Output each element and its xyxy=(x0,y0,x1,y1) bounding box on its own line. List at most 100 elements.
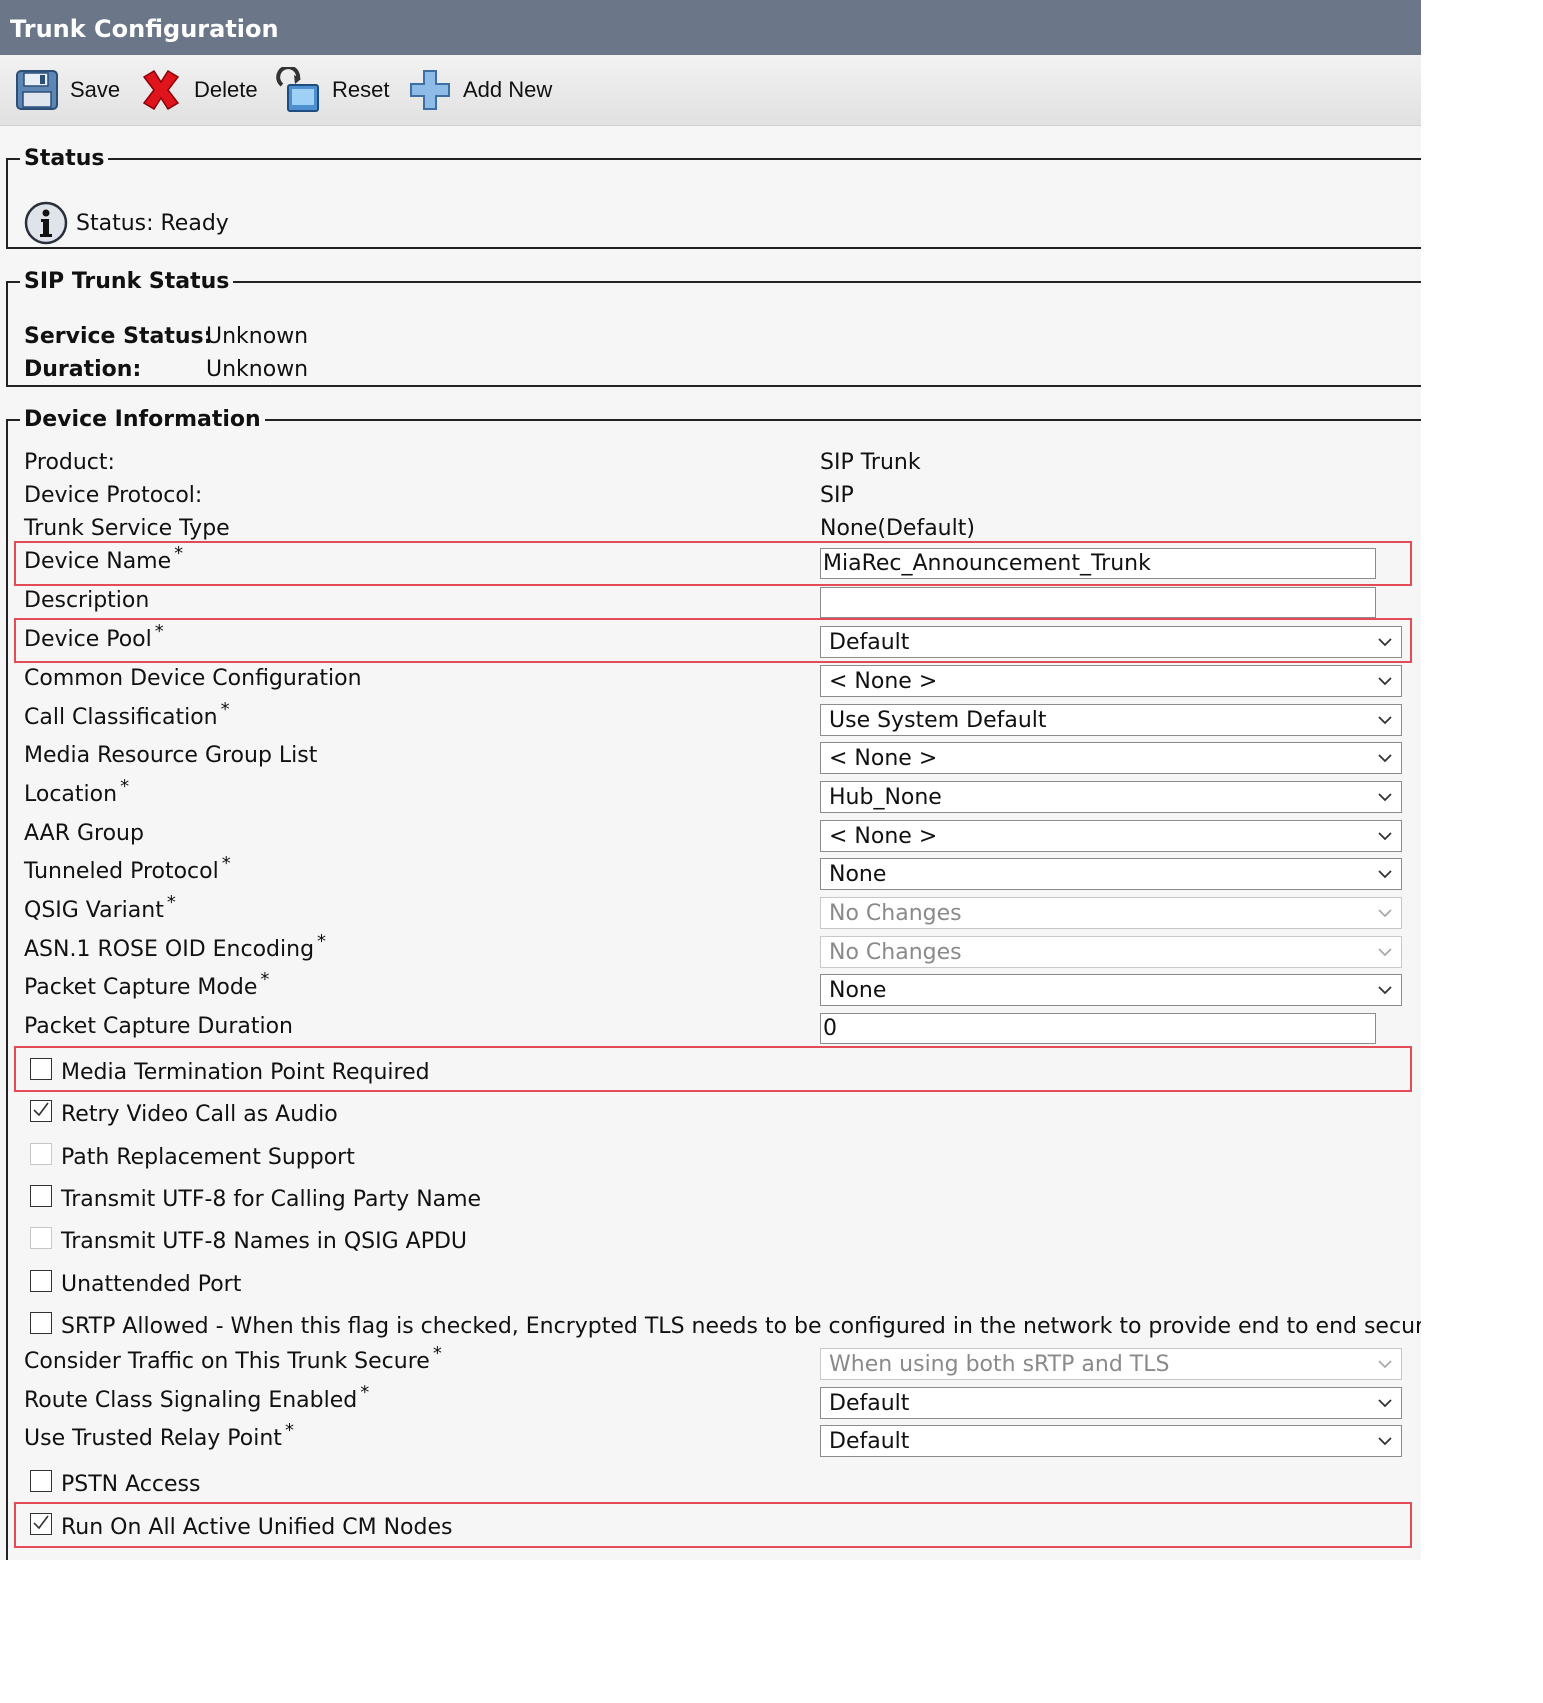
save-label: Save xyxy=(70,77,121,102)
chevron-down-icon xyxy=(1378,1399,1392,1408)
chevron-down-icon xyxy=(1378,870,1392,879)
srtp-allowed-label: SRTP Allowed - When this flag is checked… xyxy=(61,1314,1421,1339)
run-on-all-nodes-row: Run On All Active Unified CM Nodes xyxy=(30,1512,452,1540)
asn1-encoding-select: No Changes xyxy=(820,936,1402,968)
call-classification-label: Call Classification * xyxy=(24,699,230,730)
tunneled-protocol-value: None xyxy=(829,862,887,887)
status-message: Status: Ready xyxy=(24,201,229,245)
trunk-service-type-value: None(Default) xyxy=(820,516,975,541)
floppy-disk-icon xyxy=(16,70,58,110)
pstn-access-label: PSTN Access xyxy=(61,1472,201,1497)
trunk-configuration-page: Trunk Configuration Save Delete Reset Ad… xyxy=(0,0,1421,1560)
asn1-encoding-label: ASN.1 ROSE OID Encoding * xyxy=(24,931,326,962)
call-classification-value: Use System Default xyxy=(829,708,1047,733)
trusted-relay-select[interactable]: Default xyxy=(820,1425,1402,1457)
reset-button[interactable]: Reset xyxy=(276,65,389,115)
device-name-input[interactable]: MiaRec_Announcement_Trunk xyxy=(820,548,1376,579)
plus-icon xyxy=(410,70,450,110)
aar-group-value: < None > xyxy=(829,824,938,849)
qsig-variant-label: QSIG Variant * xyxy=(24,892,176,923)
mtp-required-label: Media Termination Point Required xyxy=(61,1060,430,1085)
save-button[interactable]: Save xyxy=(14,65,120,115)
mrgl-value: < None > xyxy=(829,746,938,771)
chevron-down-icon xyxy=(1378,716,1392,725)
info-icon xyxy=(24,201,68,245)
call-classification-select[interactable]: Use System Default xyxy=(820,704,1402,736)
device-protocol-value: SIP xyxy=(820,483,854,508)
trunk-service-type-label: Trunk Service Type xyxy=(24,516,230,541)
consider-traffic-select: When using both sRTP and TLS xyxy=(820,1348,1402,1380)
mtp-required-checkbox[interactable] xyxy=(30,1057,52,1080)
status-legend: Status xyxy=(24,146,105,171)
add-new-button[interactable]: Add New xyxy=(407,65,552,115)
description-input[interactable] xyxy=(820,587,1376,618)
transmit-utf8-calling-checkbox[interactable] xyxy=(30,1184,52,1207)
retry-video-row: Retry Video Call as Audio xyxy=(30,1099,338,1127)
checkmark-icon xyxy=(33,1102,49,1116)
common-device-config-select[interactable]: < None > xyxy=(820,665,1402,697)
common-device-config-label: Common Device Configuration xyxy=(24,666,362,691)
chevron-down-icon xyxy=(1378,909,1392,918)
chevron-down-icon xyxy=(1378,677,1392,686)
asn1-encoding-label-text: ASN.1 ROSE OID Encoding xyxy=(24,937,315,962)
mtp-required-row: Media Termination Point Required xyxy=(30,1057,430,1085)
packet-capture-duration-input[interactable]: 0 xyxy=(820,1013,1376,1044)
device-pool-label-text: Device Pool xyxy=(24,627,152,652)
device-name-label: Device Name * xyxy=(24,543,183,574)
duration-value: Unknown xyxy=(206,357,309,382)
packet-capture-duration-label: Packet Capture Duration xyxy=(24,1014,293,1039)
mrgl-label: Media Resource Group List xyxy=(24,743,318,768)
transmit-utf8-qsig-checkbox xyxy=(30,1226,52,1249)
page-title: Trunk Configuration xyxy=(0,0,1421,55)
delete-label: Delete xyxy=(194,77,258,102)
common-device-config-value: < None > xyxy=(829,669,938,694)
consider-traffic-label-text: Consider Traffic on This Trunk Secure xyxy=(24,1349,430,1374)
transmit-utf8-qsig-label: Transmit UTF-8 Names in QSIG APDU xyxy=(61,1229,468,1254)
duration-row: Duration: Unknown xyxy=(24,357,308,382)
red-x-icon xyxy=(142,69,180,111)
required-marker: * xyxy=(260,969,270,990)
run-on-all-nodes-checkbox[interactable] xyxy=(30,1512,52,1535)
retry-video-label: Retry Video Call as Audio xyxy=(61,1102,338,1127)
chevron-down-icon xyxy=(1378,832,1392,841)
device-pool-select[interactable]: Default xyxy=(820,626,1402,658)
chevron-down-icon xyxy=(1378,986,1392,995)
pstn-access-row: PSTN Access xyxy=(30,1469,201,1497)
device-name-label-text: Device Name xyxy=(24,549,172,574)
path-replacement-row: Path Replacement Support xyxy=(30,1142,355,1170)
device-protocol-label: Device Protocol: xyxy=(24,483,203,508)
consider-traffic-value: When using both sRTP and TLS xyxy=(829,1352,1170,1377)
reset-device-icon xyxy=(276,67,319,112)
chevron-down-icon xyxy=(1378,793,1392,802)
trusted-relay-value: Default xyxy=(829,1429,910,1454)
qsig-variant-value: No Changes xyxy=(829,901,962,926)
product-value: SIP Trunk xyxy=(820,450,921,475)
location-select[interactable]: Hub_None xyxy=(820,781,1402,813)
pstn-access-checkbox[interactable] xyxy=(30,1469,52,1492)
retry-video-checkbox[interactable] xyxy=(30,1099,52,1122)
aar-group-select[interactable]: < None > xyxy=(820,820,1402,852)
required-marker: * xyxy=(284,1420,294,1441)
add-new-label: Add New xyxy=(463,77,553,102)
mrgl-select[interactable]: < None > xyxy=(820,742,1402,774)
route-class-label: Route Class Signaling Enabled * xyxy=(24,1382,369,1413)
required-marker: * xyxy=(360,1382,370,1403)
unattended-port-checkbox[interactable] xyxy=(30,1269,52,1292)
packet-capture-mode-select[interactable]: None xyxy=(820,974,1402,1006)
packet-capture-mode-label: Packet Capture Mode * xyxy=(24,969,269,1000)
srtp-allowed-row: SRTP Allowed - When this flag is checked… xyxy=(30,1311,1421,1339)
route-class-select[interactable]: Default xyxy=(820,1387,1402,1419)
route-class-value: Default xyxy=(829,1391,910,1416)
device-pool-value: Default xyxy=(829,630,910,655)
device-information-legend: Device Information xyxy=(24,407,261,432)
required-marker: * xyxy=(120,776,130,797)
required-marker: * xyxy=(166,892,176,913)
description-label: Description xyxy=(24,588,150,613)
srtp-allowed-checkbox[interactable] xyxy=(30,1311,52,1334)
delete-button[interactable]: Delete xyxy=(138,65,258,115)
sip-trunk-status-section: SIP Trunk Status Service Status: Unknown… xyxy=(6,269,1421,387)
asn1-encoding-value: No Changes xyxy=(829,940,962,965)
tunneled-protocol-select[interactable]: None xyxy=(820,858,1402,890)
required-marker: * xyxy=(220,699,230,720)
aar-group-label: AAR Group xyxy=(24,821,144,846)
